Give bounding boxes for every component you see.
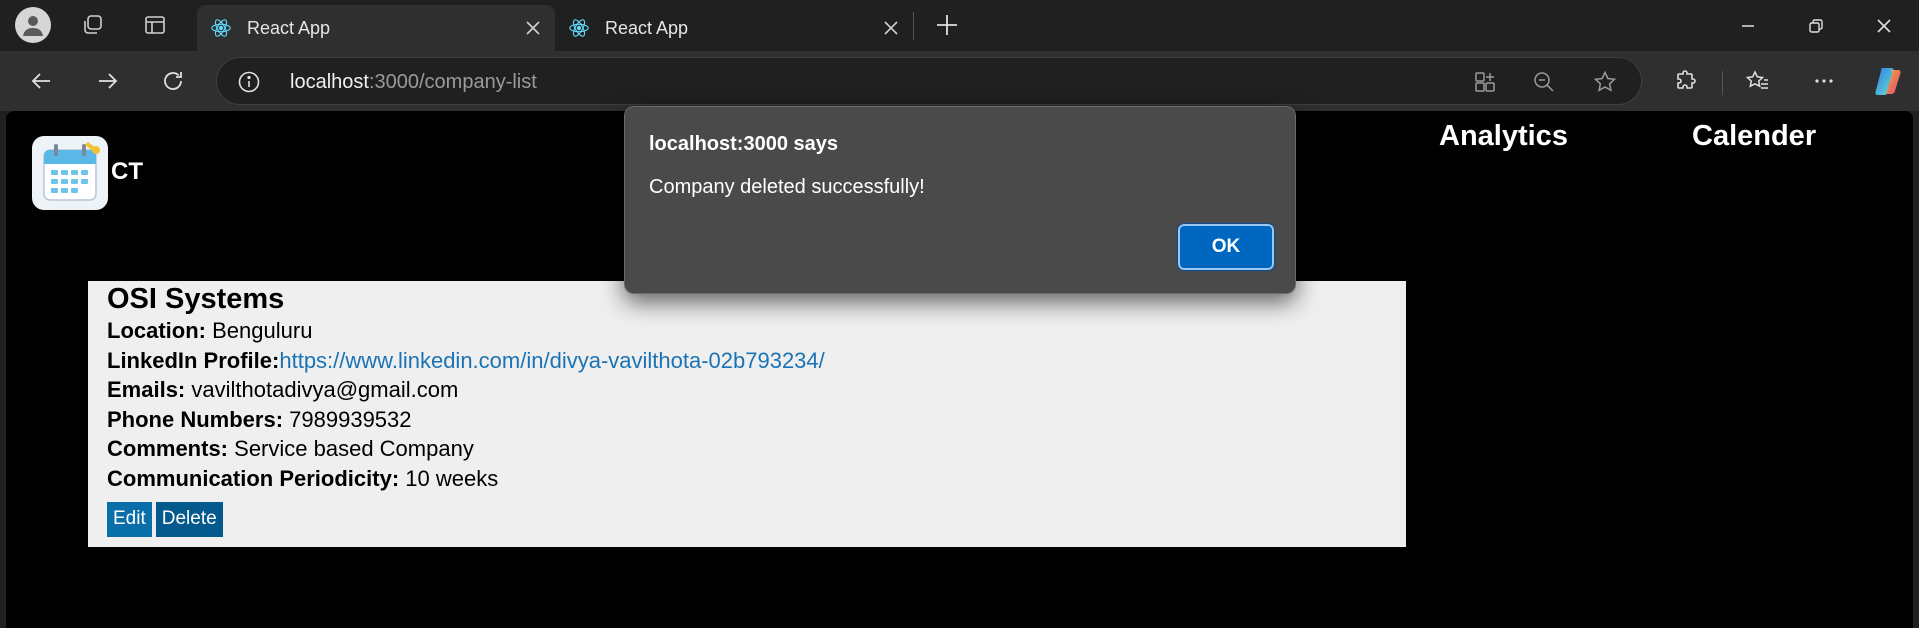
url-path: :3000/company-list (368, 71, 537, 93)
linkedin-link[interactable]: https://www.linkedin.com/in/divya-vavilt… (279, 348, 824, 373)
tab-react-app-2[interactable]: React App (555, 5, 913, 51)
profile-button[interactable] (12, 5, 54, 45)
emails-value: vavilthotadivya@gmail.com (191, 377, 459, 403)
new-tab-button[interactable] (926, 5, 968, 45)
location-value: Benguluru (212, 318, 313, 343)
app-logo[interactable] (32, 136, 108, 210)
brand-name: CT (111, 158, 143, 185)
tab-react-app-1[interactable]: React App (197, 5, 555, 51)
nav-link-analytics[interactable]: Analytics (1439, 120, 1568, 153)
phones-label: Phone Numbers: (107, 406, 284, 432)
refresh-button[interactable] (151, 59, 195, 103)
location-field: Location: Benguluru (107, 316, 1387, 346)
forward-arrow-icon (99, 73, 118, 89)
extensions-button[interactable] (1664, 59, 1708, 103)
location-label: Location: (107, 318, 206, 343)
dialog-message: Company deleted successfully! (649, 176, 925, 198)
profile-icon (15, 7, 51, 43)
site-info-icon[interactable] (235, 68, 263, 96)
close-window-button[interactable] (1850, 0, 1918, 51)
comments-label: Comments: (107, 436, 229, 462)
edit-button[interactable]: Edit (107, 501, 152, 537)
close-icon (1877, 18, 1891, 33)
tab-actions-button[interactable] (134, 5, 176, 45)
favorites-button[interactable] (1736, 59, 1780, 103)
delete-button[interactable]: Delete (155, 501, 223, 537)
emails-label: Emails: (107, 377, 186, 403)
app-available-icon[interactable] (1469, 66, 1501, 98)
address-bar[interactable]: localhost:3000/company-list (216, 57, 1642, 105)
minimize-button[interactable] (1714, 0, 1782, 51)
ok-button[interactable]: OK (1177, 223, 1275, 271)
favorites-list-icon (1746, 70, 1768, 89)
periodicity-label: Communication Periodicity: (107, 465, 400, 491)
close-icon[interactable] (875, 12, 907, 44)
linkedin-field: LinkedIn Profile:https://www.linkedin.co… (107, 346, 1387, 376)
tab-separator (913, 12, 914, 40)
back-button[interactable] (19, 59, 63, 103)
toolbar-divider (1722, 71, 1723, 95)
linkedin-label: LinkedIn Profile: (107, 347, 280, 373)
periodicity-value: 10 weeks (405, 465, 499, 491)
favorite-star-icon[interactable] (1589, 66, 1621, 98)
workspaces-button[interactable] (72, 5, 114, 45)
close-icon[interactable] (517, 12, 549, 44)
tab-title: React App (247, 17, 331, 38)
back-arrow-icon (31, 73, 50, 89)
dialog-title: localhost:3000 says (649, 133, 838, 155)
react-logo-icon (209, 16, 233, 40)
periodicity-field: Communication Periodicity: 10 weeks (107, 464, 1387, 494)
company-card: OSI Systems Location: Benguluru LinkedIn… (88, 281, 1406, 547)
tab-title: React App (605, 17, 689, 38)
zoom-out-icon[interactable] (1528, 66, 1560, 98)
url-host: localhost (290, 71, 369, 93)
comments-field: Comments: Service based Company (107, 434, 1387, 464)
comments-value: Service based Company (234, 436, 474, 462)
workspaces-icon (84, 15, 102, 34)
card-actions: Edit Delete (107, 501, 1387, 537)
refresh-icon (164, 72, 182, 90)
extensions-puzzle-icon (1677, 70, 1696, 89)
tab-strip: React App React App (0, 0, 1919, 51)
alert-dialog: localhost:3000 says Company deleted succ… (624, 106, 1296, 294)
nav-link-calender[interactable]: Calender (1692, 120, 1816, 153)
react-logo-icon (567, 16, 591, 40)
copilot-icon (1875, 68, 1901, 95)
url-text[interactable]: localhost:3000/company-list (290, 71, 537, 94)
restore-button[interactable] (1782, 0, 1850, 51)
phones-field: Phone Numbers: 7989939532 (107, 405, 1387, 435)
restore-icon (1809, 18, 1823, 33)
settings-more-button[interactable] (1802, 59, 1846, 103)
forward-button[interactable] (86, 59, 130, 103)
phones-value: 7989939532 (289, 406, 412, 432)
vertical-tabs-icon (145, 16, 165, 34)
minimize-icon (1742, 24, 1754, 27)
more-dots-icon (1815, 79, 1833, 83)
copilot-button[interactable] (1866, 59, 1910, 103)
browser-toolbar: localhost:3000/company-list (0, 51, 1919, 111)
emails-field: Emails: vavilthotadivya@gmail.com (107, 375, 1387, 405)
plus-icon (937, 15, 957, 35)
calendar-logo-icon (43, 142, 100, 201)
